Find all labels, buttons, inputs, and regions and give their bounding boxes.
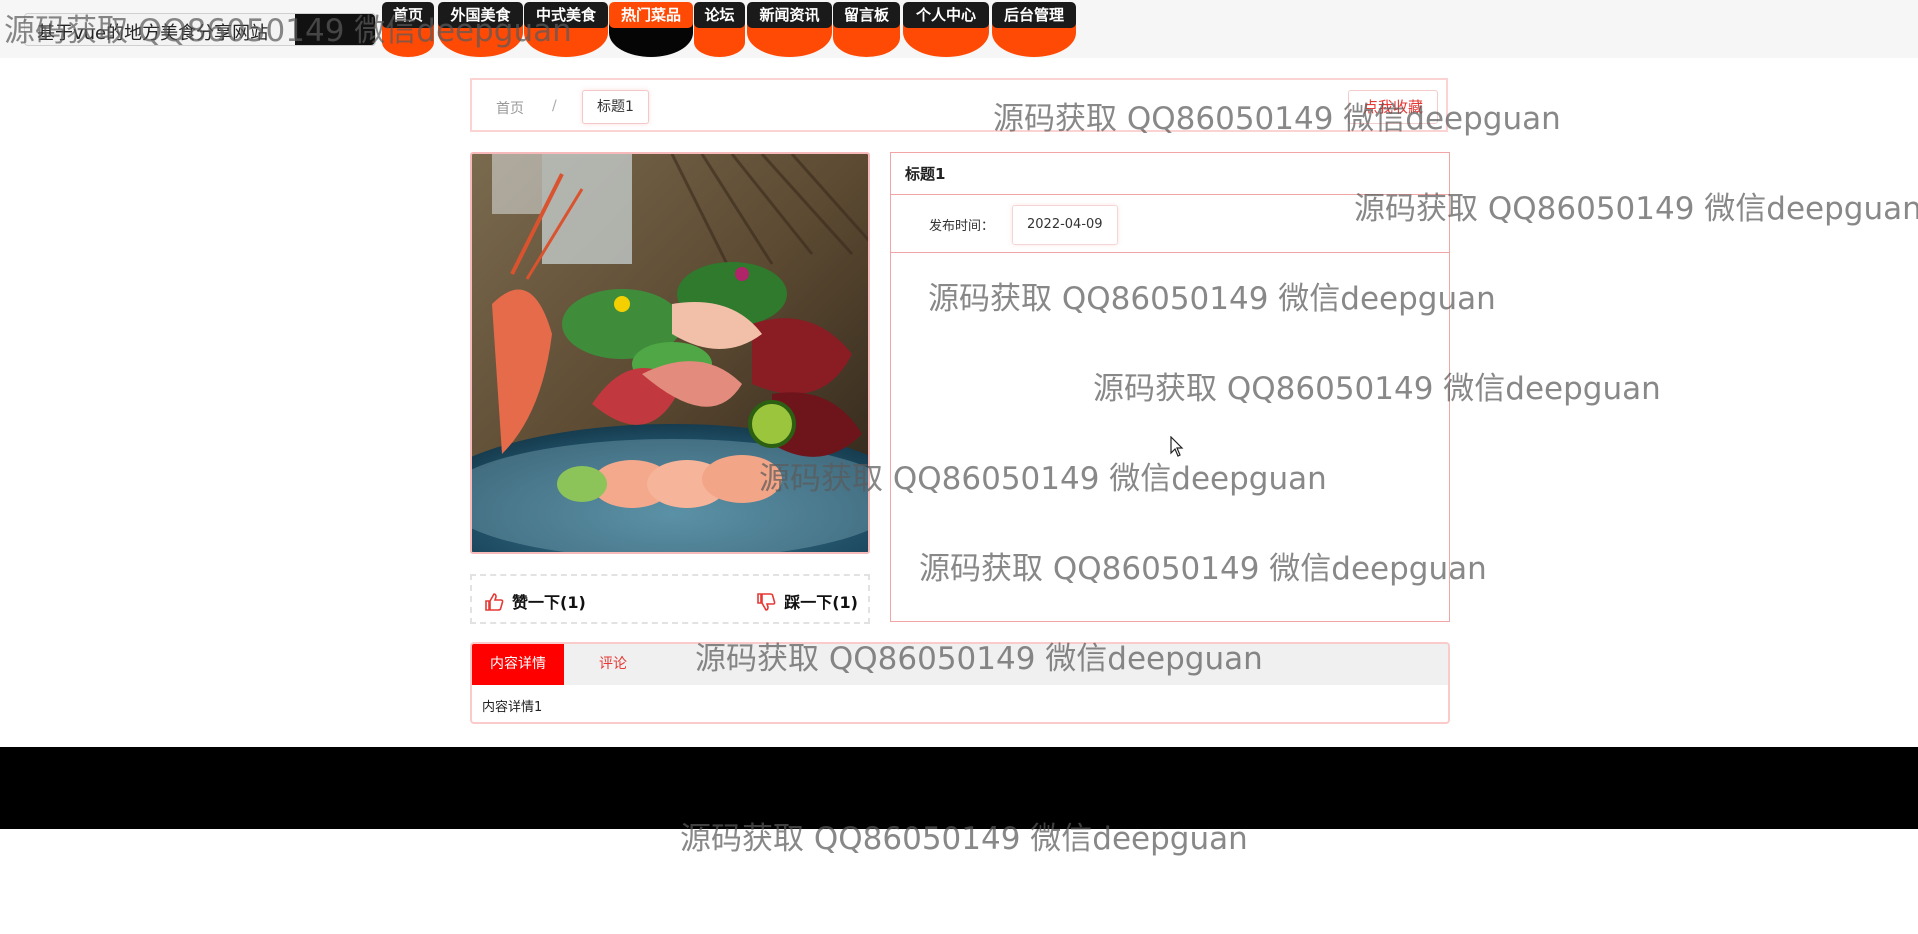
- thumb-up-icon: [484, 592, 504, 615]
- nav-item-hot-dishes[interactable]: 热门菜品: [609, 0, 693, 57]
- nav-label[interactable]: 外国美食: [438, 2, 523, 28]
- dislike-label: 踩一下(1): [784, 593, 858, 612]
- nav-item-home[interactable]: 首页: [382, 0, 434, 57]
- thumb-down-icon: [756, 592, 776, 615]
- nav-label[interactable]: 新闻资讯: [747, 2, 832, 28]
- tab-comments[interactable]: 评论: [564, 644, 662, 685]
- favorite-button[interactable]: 点我收藏: [1347, 90, 1438, 124]
- tab-content-detail[interactable]: 内容详情: [472, 644, 564, 685]
- breadcrumb-current: 标题1: [582, 90, 649, 124]
- breadcrumb: 首页 / 标题1 点我收藏: [470, 78, 1448, 132]
- nav-item-foreign-food[interactable]: 外国美食: [438, 0, 523, 57]
- publish-time-label: 发布时间：: [929, 219, 995, 234]
- site-title-box: 基于vue的地方美食分享网站: [24, 13, 376, 46]
- site-title-button[interactable]: [295, 14, 375, 45]
- nav-label[interactable]: 留言板: [833, 2, 900, 28]
- nav-label[interactable]: 热门菜品: [609, 2, 693, 28]
- dish-image-illustration: [472, 154, 868, 552]
- nav-item-news[interactable]: 新闻资讯: [747, 0, 832, 57]
- nav-label[interactable]: 中式美食: [524, 2, 608, 28]
- nav-label[interactable]: 论坛: [694, 2, 745, 28]
- site-title: 基于vue的地方美食分享网站: [37, 23, 269, 44]
- nav-label[interactable]: 后台管理: [992, 2, 1076, 28]
- publish-time-value: 2022-04-09: [1012, 205, 1118, 245]
- tab-header: 内容详情 评论: [472, 644, 1448, 685]
- nav-label[interactable]: 个人中心: [903, 2, 989, 28]
- breadcrumb-home-link[interactable]: 首页: [496, 98, 524, 118]
- nav-item-admin[interactable]: 后台管理: [992, 0, 1076, 57]
- mouse-cursor-icon: [1170, 436, 1184, 457]
- nav-item-forum[interactable]: 论坛: [694, 0, 745, 57]
- detail-info-panel: 标题1 发布时间： 2022-04-09: [890, 152, 1450, 622]
- publish-time-row: 发布时间： 2022-04-09: [891, 195, 1449, 253]
- nav-item-personal-center[interactable]: 个人中心: [903, 0, 989, 57]
- page: 基于vue的地方美食分享网站 首页 外国美食 中式美食 热门菜品 论坛 新闻资讯: [0, 0, 1918, 934]
- top-navigation-bar: 基于vue的地方美食分享网站 首页 外国美食 中式美食 热门菜品 论坛 新闻资讯: [0, 0, 1918, 58]
- vote-bar: 赞一下(1) 踩一下(1): [470, 574, 870, 624]
- nav-item-message-board[interactable]: 留言板: [833, 0, 900, 57]
- nav-item-chinese-food[interactable]: 中式美食: [524, 0, 608, 57]
- breadcrumb-separator: /: [552, 98, 557, 114]
- black-overlay-band: [0, 747, 1918, 829]
- nav-label[interactable]: 首页: [382, 2, 434, 28]
- like-button[interactable]: 赞一下(1): [484, 589, 586, 615]
- dish-image: [470, 152, 870, 554]
- detail-tabs: 内容详情 评论 内容详情1: [470, 642, 1450, 724]
- like-label: 赞一下(1): [512, 593, 586, 612]
- tab-panel-content: 内容详情1: [482, 700, 543, 715]
- detail-title: 标题1: [891, 153, 1449, 195]
- dislike-button[interactable]: 踩一下(1): [756, 589, 858, 615]
